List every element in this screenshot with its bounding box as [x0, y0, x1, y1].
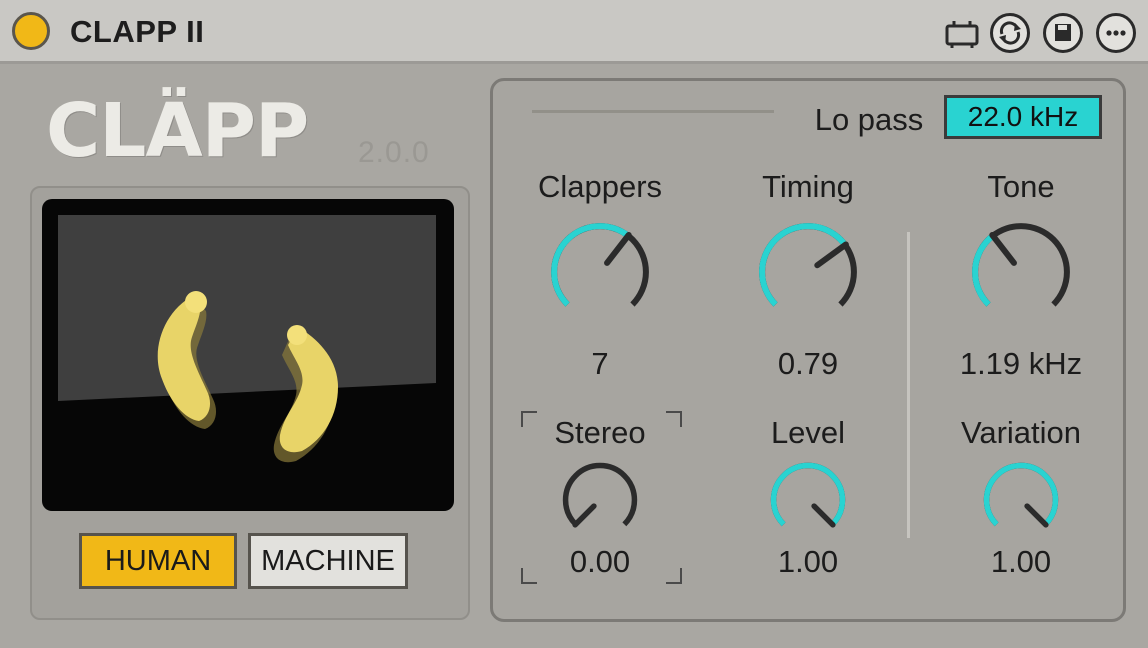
device-title: CLAPP II [70, 14, 205, 49]
swap-icon[interactable] [990, 13, 1030, 53]
clappers-knob-value-arc [551, 223, 630, 307]
save-preset-icon[interactable] [1043, 13, 1083, 53]
clapp-logo: CLÄPP [46, 88, 309, 174]
timing-knob-value-arc [759, 223, 848, 307]
variation-label: Variation [960, 415, 1082, 450]
tone-value: 1.19 kHz [959, 346, 1083, 381]
clappers-value: 7 [591, 346, 609, 381]
power-toggle-icon[interactable] [12, 12, 50, 50]
version-label: 2.0.0 [358, 136, 430, 169]
variation-knob-value-arc [983, 462, 1059, 527]
panel-divider-vertical [907, 232, 910, 538]
human-mode-button[interactable]: HUMAN [79, 533, 237, 589]
clappers-knob[interactable] [540, 212, 660, 332]
stereo-knob[interactable] [555, 455, 645, 545]
stereo-knob-track [562, 462, 638, 527]
timing-label: Timing [762, 169, 854, 204]
mapping-icon[interactable] [942, 13, 982, 53]
tone-knob[interactable] [961, 212, 1081, 332]
variation-knob-pointer [1024, 503, 1049, 528]
panel-divider-top [532, 110, 774, 113]
level-knob-pointer [811, 503, 836, 528]
machine-mode-button[interactable]: MACHINE [248, 533, 408, 589]
tone-knob-value-arc [972, 233, 995, 307]
more-options-icon[interactable] [1096, 13, 1136, 53]
device-title-bar: CLAPP II [0, 0, 1148, 64]
timing-knob[interactable] [748, 212, 868, 332]
variation-value: 1.00 [990, 544, 1052, 579]
lopass-label: Lo pass [814, 102, 924, 137]
tone-label: Tone [987, 169, 1055, 204]
stereo-label: Stereo [554, 415, 646, 450]
clapp-device: CLAPP II CLÄPP 2.0.0 HUMAN MACHINE Lo pa… [0, 0, 1148, 648]
stereo-knob-pointer [572, 503, 597, 528]
clappers-label: Clappers [537, 169, 663, 204]
lopass-value-field[interactable]: 22.0 kHz [944, 95, 1102, 139]
tone-knob-pointer [989, 231, 1017, 266]
timing-value: 0.79 [777, 346, 839, 381]
level-knob[interactable] [763, 455, 853, 545]
level-value: 1.00 [777, 544, 839, 579]
level-label: Level [770, 415, 846, 450]
variation-knob[interactable] [976, 455, 1066, 545]
level-knob-value-arc [770, 462, 846, 527]
clap-visualizer [42, 199, 454, 511]
timing-knob-pointer [814, 241, 849, 269]
clappers-knob-pointer [604, 231, 632, 266]
stereo-value: 0.00 [569, 544, 631, 579]
